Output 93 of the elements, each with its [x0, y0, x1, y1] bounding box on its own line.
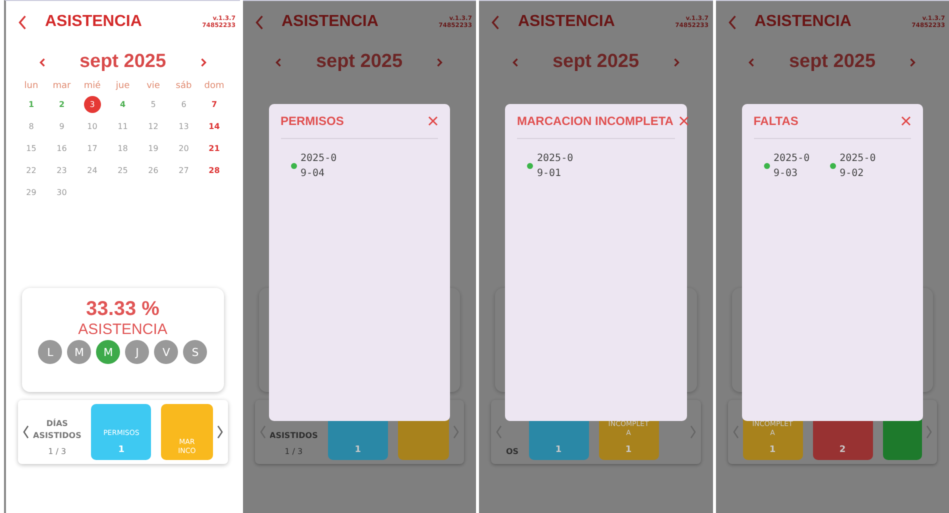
previous-month-icon[interactable] — [38, 58, 46, 66]
calendar-day[interactable]: 19 — [144, 140, 162, 156]
calendar-day[interactable]: 8 — [22, 118, 40, 134]
stat-value: 1 / 3 — [48, 446, 66, 458]
stat-value: 1 / 3 — [284, 446, 303, 458]
close-icon[interactable] — [428, 116, 438, 126]
screen-title: ASISTENCIA — [45, 13, 143, 31]
weekday-label: sáb — [174, 81, 193, 91]
back-icon[interactable] — [18, 14, 27, 30]
calendar-day[interactable]: 13 — [175, 118, 192, 134]
next-month-icon[interactable] — [672, 58, 680, 66]
calendar-day[interactable]: 10 — [84, 118, 101, 134]
calendar-day[interactable]: 14 — [206, 118, 223, 134]
modal-title: PERMISOS — [280, 114, 344, 128]
weekday-label: vie — [146, 81, 161, 91]
tile-value: 1 — [118, 445, 124, 455]
weekday-circle: J — [125, 340, 150, 364]
weekday-label: mié — [82, 81, 102, 91]
date-entry: 2025-09-03 — [774, 152, 810, 181]
calendar-day[interactable]: 26 — [144, 162, 162, 178]
previous-month-icon[interactable] — [275, 58, 282, 66]
previous-month-icon[interactable] — [748, 58, 756, 66]
calendar-day[interactable]: 28 — [206, 162, 223, 178]
weekday-label: dom — [203, 81, 226, 91]
screen-title: ASISTENCIA — [282, 13, 380, 31]
weekday-label: mar — [52, 81, 72, 91]
tile-value: 1 — [555, 445, 562, 455]
calendar-day[interactable]: 16 — [53, 140, 70, 156]
calendar-day[interactable]: 2 — [53, 96, 70, 112]
dot-icon — [764, 163, 770, 169]
weekday-circle: L — [38, 340, 62, 364]
calendar-day[interactable]: 9 — [53, 118, 70, 134]
calendar-day[interactable]: 27 — [175, 162, 192, 178]
calendar-day[interactable]: 4 — [114, 96, 132, 112]
calendar-day[interactable]: 24 — [84, 162, 101, 178]
month-title: sept 2025 — [79, 51, 166, 73]
dot-icon — [830, 163, 836, 169]
calendar-day[interactable]: 25 — [114, 162, 132, 178]
next-month-icon[interactable] — [436, 58, 444, 66]
calendar-day[interactable]: 20 — [175, 140, 192, 156]
screen-title: ASISTENCIA — [518, 13, 616, 31]
carousel-left-icon[interactable] — [22, 425, 30, 439]
attendance-percent: 33.33 % — [86, 298, 160, 321]
tile-value: 2 — [839, 445, 846, 455]
calendar-day[interactable]: 12 — [144, 118, 162, 134]
tile-value: 1 — [625, 445, 632, 455]
stat-label: DÍAS — [46, 418, 68, 430]
next-month-icon[interactable] — [200, 58, 207, 66]
tile-value: 1 — [769, 445, 776, 455]
screen-title: ASISTENCIA — [754, 13, 852, 31]
weekday-circle: S — [183, 340, 208, 364]
date-entry: 2025-09-02 — [840, 152, 876, 181]
modal-title: MARCACION INCOMPLETA — [517, 114, 674, 128]
tile-value: 1 — [354, 445, 361, 455]
weekday-circle: M — [96, 340, 120, 364]
calendar-day[interactable]: 5 — [144, 96, 162, 112]
calendar-day[interactable]: 7 — [206, 96, 223, 112]
calendar-day[interactable]: 3 — [84, 96, 101, 112]
calendar-day[interactable]: 15 — [22, 140, 40, 156]
calendar-day[interactable]: 23 — [53, 162, 70, 178]
month-title: sept 2025 — [788, 51, 876, 73]
calendar-day[interactable]: 30 — [53, 184, 70, 200]
stat-label: ASISTIDOS — [33, 430, 82, 442]
calendar-day[interactable]: 1 — [22, 96, 40, 112]
close-icon[interactable] — [679, 116, 690, 126]
next-month-icon[interactable] — [909, 58, 916, 66]
previous-month-icon[interactable] — [512, 58, 519, 66]
stat-label: OS — [506, 446, 519, 458]
stat-label: ASISTIDOS — [270, 430, 318, 442]
calendar-day[interactable]: 11 — [114, 118, 132, 134]
calendar-day[interactable]: 22 — [22, 162, 40, 178]
dot-icon — [290, 163, 296, 169]
weekday-label: jue — [114, 81, 131, 91]
close-icon[interactable] — [901, 116, 911, 126]
back-icon[interactable] — [254, 14, 264, 30]
date-entry: 2025-09-01 — [537, 152, 574, 181]
weekday-circle: M — [67, 340, 92, 364]
back-icon[interactable] — [728, 14, 736, 30]
calendar-day[interactable]: 29 — [22, 184, 40, 200]
back-icon[interactable] — [491, 14, 500, 30]
attendance-label: ASISTENCIA — [78, 321, 168, 338]
weekday-label: lun — [23, 81, 40, 91]
modal-title: FALTAS — [754, 114, 798, 128]
calendar-day[interactable]: 17 — [84, 140, 101, 156]
dot-icon — [527, 163, 533, 169]
calendar-day[interactable]: 18 — [114, 140, 132, 156]
date-entry: 2025-09-04 — [300, 152, 337, 181]
month-title: sept 2025 — [552, 51, 640, 73]
calendar-day[interactable]: 21 — [206, 140, 223, 156]
month-title: sept 2025 — [316, 51, 403, 73]
weekday-circle: V — [154, 340, 178, 364]
carousel-right-icon[interactable] — [216, 425, 224, 439]
calendar-day[interactable]: 6 — [175, 96, 192, 112]
